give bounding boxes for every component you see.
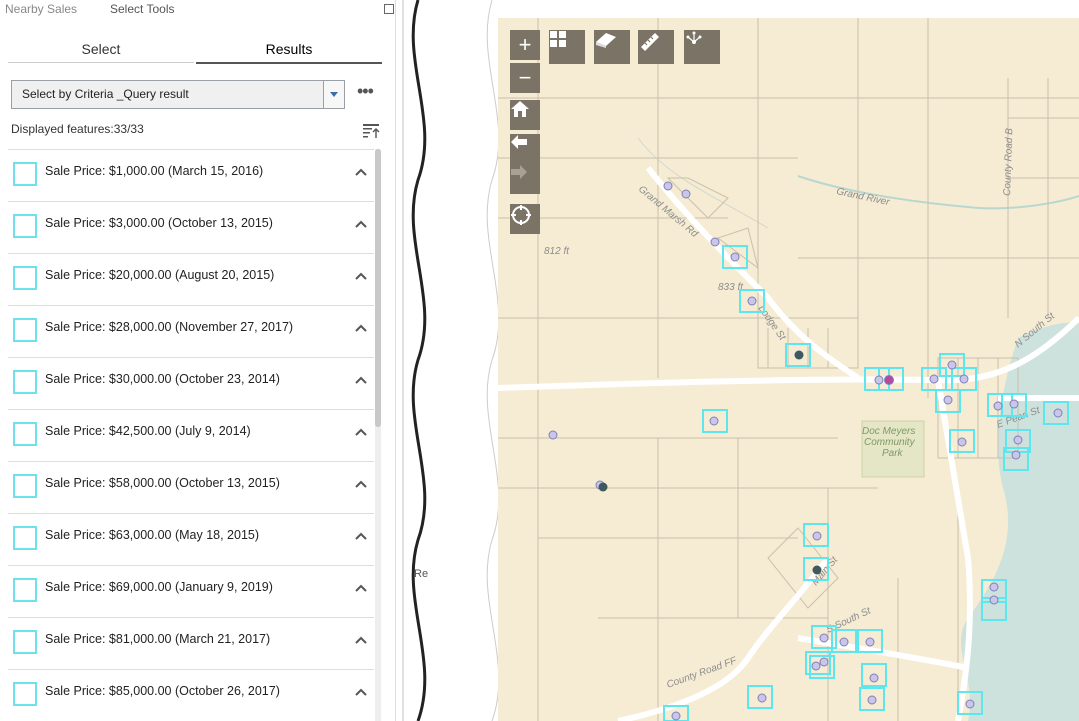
basemap-gallery-button[interactable]: [549, 30, 585, 64]
home-button[interactable]: [510, 100, 540, 130]
map-canvas: Grand Marsh Rd Grand River County Road B…: [498, 18, 1079, 721]
result-row[interactable]: Sale Price: $58,000.00 (October 13, 2015…: [8, 462, 374, 514]
result-row[interactable]: Sale Price: $30,000.00 (October 23, 2014…: [8, 358, 374, 410]
result-label: Sale Price: $3,000.00 (October 13, 2015): [45, 216, 273, 230]
label-county-road-b: County Road B: [1002, 128, 1015, 196]
result-checkbox[interactable]: [13, 422, 37, 446]
select-results-tabs: Select Results: [8, 38, 382, 64]
result-row[interactable]: Sale Price: $1,000.00 (March 15, 2016): [8, 150, 374, 202]
chevron-down-icon[interactable]: [323, 81, 344, 108]
result-row[interactable]: Sale Price: $20,000.00 (August 20, 2015): [8, 254, 374, 306]
label-grand-river: Grand River: [835, 186, 891, 208]
next-extent-button[interactable]: [510, 164, 540, 194]
result-row[interactable]: Sale Price: $42,500.00 (July 9, 2014): [8, 410, 374, 462]
result-label: Sale Price: $42,500.00 (July 9, 2014): [45, 424, 251, 438]
result-checkbox[interactable]: [13, 318, 37, 342]
torn-divider: Re: [396, 0, 498, 721]
result-row[interactable]: Sale Price: $81,000.00 (March 21, 2017): [8, 618, 374, 670]
map-header-bar: [498, 0, 1079, 19]
tab-select[interactable]: Select: [8, 38, 194, 63]
label-lodge-st: Lodge St: [756, 303, 789, 343]
result-row[interactable]: Sale Price: $69,000.00 (January 9, 2019): [8, 566, 374, 618]
chevron-up-icon[interactable]: [354, 217, 368, 231]
result-checkbox[interactable]: [13, 526, 37, 550]
result-label: Sale Price: $20,000.00 (August 20, 2015): [45, 268, 275, 282]
tab-nearby-sales[interactable]: Nearby Sales: [5, 2, 77, 16]
result-row[interactable]: Sale Price: $3,000.00 (October 13, 2015): [8, 202, 374, 254]
chevron-up-icon[interactable]: [354, 269, 368, 283]
measure-button[interactable]: [638, 30, 674, 64]
result-label: Sale Price: $28,000.00 (November 27, 201…: [45, 320, 294, 334]
previous-extent-button[interactable]: [510, 134, 540, 164]
result-row[interactable]: Sale Price: $63,000.00 (May 18, 2015): [8, 514, 374, 566]
chevron-up-icon[interactable]: [354, 373, 368, 387]
share-button[interactable]: [684, 30, 720, 64]
results-scrollbar[interactable]: [375, 149, 381, 721]
result-label: Sale Price: $63,000.00 (May 18, 2015): [45, 528, 260, 542]
result-label: Sale Price: $30,000.00 (October 23, 2014…: [45, 372, 280, 386]
label-elev-812: 812 ft: [544, 246, 570, 257]
result-checkbox[interactable]: [13, 630, 37, 654]
torn-edge-right: [486, 0, 498, 721]
label-park-2: Community: [864, 437, 916, 448]
zoom-in-button[interactable]: +: [510, 30, 540, 60]
result-label: Sale Price: $58,000.00 (October 13, 2015…: [45, 476, 280, 490]
result-row[interactable]: Sale Price: $28,000.00 (November 27, 201…: [8, 306, 374, 358]
fragment-text: Re: [414, 568, 429, 580]
more-options-button[interactable]: •••: [357, 82, 379, 100]
select-panel: Nearby Sales Select Tools Select Results…: [0, 0, 396, 721]
scrollbar-thumb[interactable]: [375, 149, 381, 427]
chevron-up-icon[interactable]: [354, 633, 368, 647]
result-label: Sale Price: $81,000.00 (March 21, 2017): [45, 632, 271, 646]
tab-results[interactable]: Results: [196, 38, 382, 64]
sort-icon[interactable]: [362, 122, 380, 140]
maximize-icon[interactable]: [384, 4, 394, 14]
map-view[interactable]: Grand Marsh Rd Grand River County Road B…: [498, 18, 1079, 721]
result-checkbox[interactable]: [13, 214, 37, 238]
eraser-button[interactable]: [594, 30, 630, 64]
chevron-up-icon[interactable]: [354, 165, 368, 179]
result-checkbox[interactable]: [13, 162, 37, 186]
zoom-out-button[interactable]: −: [510, 63, 540, 93]
chevron-up-icon[interactable]: [354, 581, 368, 595]
result-checkbox[interactable]: [13, 578, 37, 602]
result-row[interactable]: Sale Price: $85,000.00 (October 26, 2017…: [8, 670, 374, 721]
chevron-up-icon[interactable]: [354, 685, 368, 699]
result-label: Sale Price: $85,000.00 (October 26, 2017…: [45, 684, 280, 698]
results-list: Sale Price: $1,000.00 (March 15, 2016) Sa…: [8, 149, 374, 721]
layer-dropdown[interactable]: Select by Criteria _Query result: [11, 80, 345, 109]
displayed-features-count: Displayed features:33/33: [11, 122, 144, 136]
result-label: Sale Price: $69,000.00 (January 9, 2019): [45, 580, 273, 594]
label-park-1: Doc Meyers: [862, 426, 915, 437]
chevron-up-icon[interactable]: [354, 425, 368, 439]
lake: [960, 322, 1079, 721]
result-checkbox[interactable]: [13, 474, 37, 498]
result-checkbox[interactable]: [13, 266, 37, 290]
widget-tabs: Nearby Sales Select Tools: [0, 2, 395, 18]
layer-dropdown-value: Select by Criteria _Query result: [22, 87, 189, 101]
result-checkbox[interactable]: [13, 682, 37, 706]
label-park-3: Park: [882, 448, 904, 459]
result-label: Sale Price: $1,000.00 (March 15, 2016): [45, 164, 264, 178]
chevron-up-icon[interactable]: [354, 529, 368, 543]
chevron-up-icon[interactable]: [354, 321, 368, 335]
label-county-road-ff: County Road FF: [665, 655, 739, 691]
tab-select-tools[interactable]: Select Tools: [110, 2, 174, 16]
my-location-button[interactable]: [510, 204, 540, 234]
result-checkbox[interactable]: [13, 370, 37, 394]
chevron-up-icon[interactable]: [354, 477, 368, 491]
